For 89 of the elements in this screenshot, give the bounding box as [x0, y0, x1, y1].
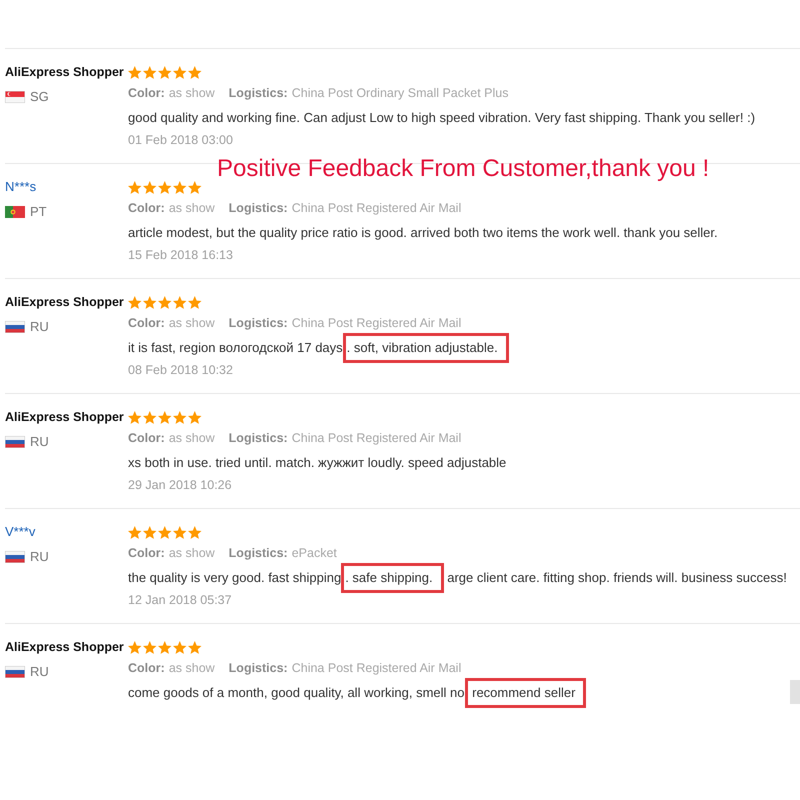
star-icon	[128, 410, 142, 424]
attribute-value: China Post Registered Air Mail	[292, 430, 462, 447]
star-icon	[173, 296, 186, 308]
flag-icon	[5, 551, 25, 563]
attribute-label: Color:	[128, 430, 165, 447]
attribute-value: as show	[168, 84, 215, 102]
star-icon	[188, 296, 202, 308]
review-text: the quality is very good. fast shipping	[128, 569, 342, 588]
attribute-value: China Post Registered Air Mail	[292, 314, 462, 332]
star-icon	[188, 410, 202, 424]
attribute-value: China Post Registered Air Mail	[292, 200, 462, 217]
country-code: RU	[30, 548, 49, 566]
star-icon	[173, 180, 186, 194]
attribute-label: Logistics:	[228, 544, 288, 562]
star-icon	[173, 640, 186, 654]
scrollbar-thumb[interactable]	[790, 680, 800, 704]
review-date: 08 Feb 2018 10:32	[128, 362, 233, 379]
attribute-value: as show	[168, 430, 215, 447]
country-code: RU	[30, 318, 49, 336]
star-icon	[188, 66, 202, 78]
star-icon	[128, 66, 142, 78]
star-icon	[143, 180, 156, 194]
star-icon	[128, 640, 142, 654]
star-icon	[173, 526, 186, 538]
star-icon	[188, 526, 202, 538]
country-code: SG	[30, 88, 49, 106]
review-date: 01 Feb 2018 03:00	[128, 132, 233, 149]
review-text: arge client care. fitting shop. friends will. business success!	[446, 569, 787, 588]
attribute-label: Logistics:	[228, 430, 288, 447]
attribute-value: as show	[168, 314, 215, 332]
flag-icon	[5, 436, 25, 448]
country-code: RU	[30, 663, 49, 682]
reviewer-name-link[interactable]: V***v	[5, 522, 36, 542]
star-icon	[128, 296, 142, 308]
attribute-value: as show	[168, 660, 215, 677]
review-date: 12 Jan 2018 05:37	[128, 592, 232, 609]
attribute-value: China Post Registered Air Mail	[292, 660, 462, 677]
star-icon	[158, 180, 172, 194]
attribute-label: Color:	[128, 660, 165, 677]
flag-icon	[5, 91, 25, 103]
star-icon	[143, 66, 156, 78]
review-date: 15 Feb 2018 16:13	[128, 246, 233, 264]
reviewer-name: AliExpress Shopper	[5, 408, 124, 426]
review-text: good quality and working fine. Can adjust Low to high speed vibration. Very fast shipping. Thank you seller! :)	[128, 109, 756, 128]
star-icon	[143, 526, 156, 538]
attribute-label: Logistics:	[228, 84, 288, 102]
star-icon	[158, 296, 172, 308]
reviewer-name: AliExpress Shopper	[5, 294, 124, 311]
attribute-label: Logistics:	[228, 200, 288, 217]
star-icon	[143, 410, 156, 424]
review-text: come goods of a month, good quality, all working, smell no	[128, 684, 464, 702]
attribute-label: Color:	[128, 314, 165, 332]
flag-icon	[5, 206, 25, 218]
star-icon	[128, 526, 142, 538]
star-icon	[128, 180, 142, 194]
review-text: article modest, but the quality price ratio is good. arrived both two items the work well. thank you seller.	[128, 224, 718, 242]
review-text: xs both in use. tried until. match. жужжит loudly. speed adjustable	[128, 454, 506, 472]
flag-icon	[5, 321, 25, 333]
reviewer-name-link[interactable]: N***s	[5, 177, 36, 197]
review-text: it is fast, region вологодской 17 days	[128, 339, 343, 358]
star-icon	[173, 66, 186, 78]
reviewer-name: AliExpress Shopper	[5, 638, 124, 656]
star-icon	[143, 296, 156, 308]
flag-icon	[5, 666, 25, 678]
attribute-label: Color:	[128, 544, 165, 562]
highlighted-review-text: recommend seller	[464, 678, 586, 708]
country-code: PT	[30, 203, 47, 222]
highlighted-review-text: . safe shipping.	[341, 563, 444, 593]
star-icon	[173, 410, 186, 424]
star-icon	[188, 180, 202, 194]
star-icon	[158, 410, 172, 424]
review-date: 29 Jan 2018 10:26	[128, 476, 232, 494]
star-icon	[188, 640, 202, 654]
star-icon	[143, 640, 156, 654]
attribute-label: Logistics:	[228, 660, 288, 677]
star-icon	[158, 526, 172, 538]
attribute-value: China Post Ordinary Small Packet Plus	[292, 84, 508, 102]
attribute-label: Logistics:	[228, 314, 288, 332]
star-icon	[158, 640, 172, 654]
attribute-value: ePacket	[292, 544, 337, 562]
star-icon	[158, 66, 172, 78]
attribute-value: as show	[168, 200, 215, 217]
attribute-value: as show	[168, 544, 215, 562]
country-code: RU	[30, 433, 49, 452]
attribute-label: Color:	[128, 200, 165, 217]
attribute-label: Color:	[128, 84, 165, 102]
highlighted-review-text: . soft, vibration adjustable.	[342, 333, 509, 363]
feedback-banner-text: Positive Feedback From Customer,thank you !	[217, 154, 710, 184]
reviewer-name: AliExpress Shopper	[5, 64, 124, 81]
